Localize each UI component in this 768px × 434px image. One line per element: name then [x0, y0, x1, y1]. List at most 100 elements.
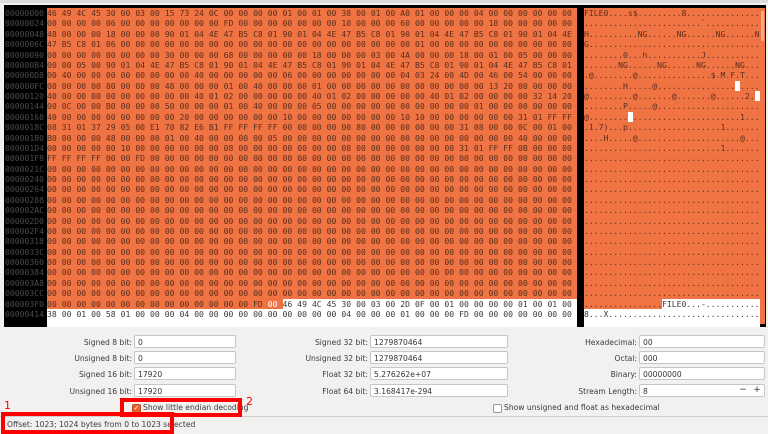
- hex-byte[interactable]: 00: [297, 267, 312, 277]
- hex-byte[interactable]: 00: [533, 267, 548, 277]
- hex-byte[interactable]: 0B: [518, 143, 533, 153]
- hex-byte[interactable]: 00: [135, 257, 150, 267]
- hex-byte[interactable]: 00: [150, 18, 165, 28]
- ascii-row[interactable]: ........P.....@.....................: [584, 101, 760, 111]
- hex-byte[interactable]: 00: [430, 133, 445, 143]
- ascii-row[interactable]: ....................................: [584, 278, 760, 288]
- hex-byte[interactable]: 00: [415, 216, 430, 226]
- hex-byte[interactable]: 00: [47, 195, 62, 205]
- hex-byte[interactable]: 00: [327, 18, 342, 28]
- hex-byte[interactable]: 00: [312, 70, 327, 80]
- hex-byte[interactable]: 00: [224, 8, 239, 18]
- hex-byte[interactable]: 00: [106, 236, 121, 246]
- hex-byte[interactable]: 00: [327, 226, 342, 236]
- hex-byte[interactable]: 00: [415, 174, 430, 184]
- hex-byte[interactable]: 00: [356, 174, 371, 184]
- ascii-char[interactable]: .: [750, 91, 755, 101]
- hex-byte[interactable]: 00: [533, 205, 548, 215]
- hex-byte[interactable]: 00: [356, 8, 371, 18]
- hex-byte[interactable]: 00: [76, 18, 91, 28]
- hex-byte[interactable]: 00: [489, 205, 504, 215]
- hex-byte[interactable]: 01: [76, 309, 91, 319]
- hex-byte[interactable]: B1: [209, 122, 224, 132]
- hex-byte[interactable]: 00: [283, 184, 298, 194]
- hex-byte[interactable]: 00: [312, 205, 327, 215]
- hex-byte[interactable]: 01: [400, 309, 415, 319]
- hex-byte[interactable]: 00: [179, 247, 194, 257]
- hex-byte[interactable]: 00: [400, 267, 415, 277]
- hex-byte[interactable]: C8: [312, 60, 327, 70]
- hex-byte[interactable]: 01: [297, 29, 312, 39]
- hex-byte[interactable]: 00: [297, 81, 312, 91]
- hex-byte[interactable]: 00: [562, 216, 577, 226]
- hex-byte[interactable]: 31: [62, 122, 77, 132]
- hex-byte[interactable]: 00: [518, 39, 533, 49]
- hex-byte[interactable]: 01: [474, 101, 489, 111]
- ascii-row[interactable]: ....................................: [584, 184, 760, 194]
- hex-byte[interactable]: 00: [179, 81, 194, 91]
- hex-byte[interactable]: 24: [430, 70, 445, 80]
- hex-byte[interactable]: 00: [474, 195, 489, 205]
- hex-byte[interactable]: 00: [150, 226, 165, 236]
- hex-byte[interactable]: 00: [547, 50, 562, 60]
- hex-byte[interactable]: 00: [386, 184, 401, 194]
- hex-byte[interactable]: 00: [62, 81, 77, 91]
- hex-byte[interactable]: 00: [356, 288, 371, 298]
- hex-byte[interactable]: 4E: [386, 60, 401, 70]
- hex-byte[interactable]: 49: [62, 8, 77, 18]
- hex-byte[interactable]: 00: [312, 309, 327, 319]
- hex-byte[interactable]: 00: [106, 70, 121, 80]
- hex-byte[interactable]: 00: [62, 247, 77, 257]
- hex-byte[interactable]: 00: [135, 164, 150, 174]
- hex-byte[interactable]: 00: [341, 267, 356, 277]
- hex-byte[interactable]: 90: [224, 60, 239, 70]
- hex-byte[interactable]: 00: [76, 299, 91, 309]
- hex-byte[interactable]: 00: [415, 50, 430, 60]
- hex-byte[interactable]: 00: [430, 174, 445, 184]
- hex-byte[interactable]: 00: [47, 81, 62, 91]
- hex-byte[interactable]: 00: [327, 164, 342, 174]
- stream-length-increment-button[interactable]: +: [750, 384, 764, 397]
- hex-byte[interactable]: 00: [47, 299, 62, 309]
- hex-row[interactable]: 000C0000B0000000500000000100400000000500…: [47, 101, 577, 111]
- hex-byte[interactable]: 01: [562, 60, 577, 70]
- hex-byte[interactable]: 00: [547, 101, 562, 111]
- hex-byte[interactable]: 4E: [562, 29, 577, 39]
- hex-byte[interactable]: 00: [341, 153, 356, 163]
- hex-byte[interactable]: 00: [268, 216, 283, 226]
- hex-byte[interactable]: 00: [224, 257, 239, 267]
- hex-byte[interactable]: 00: [356, 299, 371, 309]
- hex-byte[interactable]: 00: [430, 257, 445, 267]
- hex-byte[interactable]: 00: [121, 101, 136, 111]
- hex-byte[interactable]: 00: [430, 299, 445, 309]
- hex-byte[interactable]: 00: [415, 247, 430, 257]
- hex-byte[interactable]: 00: [150, 247, 165, 257]
- hex-byte[interactable]: 73: [179, 8, 194, 18]
- hex-byte[interactable]: 00: [253, 247, 268, 257]
- hex-byte[interactable]: 40: [253, 81, 268, 91]
- hex-byte[interactable]: 00: [297, 309, 312, 319]
- hex-byte[interactable]: 00: [76, 133, 91, 143]
- hex-byte[interactable]: 00: [121, 267, 136, 277]
- hex-byte[interactable]: 00: [209, 288, 224, 298]
- hex-byte[interactable]: 00: [209, 174, 224, 184]
- hex-byte[interactable]: 00: [238, 236, 253, 246]
- hex-byte[interactable]: 40: [47, 112, 62, 122]
- hex-byte[interactable]: 01: [474, 60, 489, 70]
- hex-byte[interactable]: 00: [327, 257, 342, 267]
- hex-byte[interactable]: 00: [327, 143, 342, 153]
- hex-byte[interactable]: 00: [121, 299, 136, 309]
- hex-byte[interactable]: 00: [547, 153, 562, 163]
- hex-byte[interactable]: 00: [430, 278, 445, 288]
- hex-byte[interactable]: 00: [209, 18, 224, 28]
- hex-byte[interactable]: 00: [62, 60, 77, 70]
- hex-byte[interactable]: 00: [562, 122, 577, 132]
- hex-byte[interactable]: 00: [238, 174, 253, 184]
- hex-byte[interactable]: 00: [400, 174, 415, 184]
- hex-byte[interactable]: 00: [533, 309, 548, 319]
- hex-byte[interactable]: 90: [518, 29, 533, 39]
- hex-byte[interactable]: 00: [474, 247, 489, 257]
- hex-byte[interactable]: 00: [268, 226, 283, 236]
- hex-byte[interactable]: 00: [135, 236, 150, 246]
- hex-byte[interactable]: 00: [150, 174, 165, 184]
